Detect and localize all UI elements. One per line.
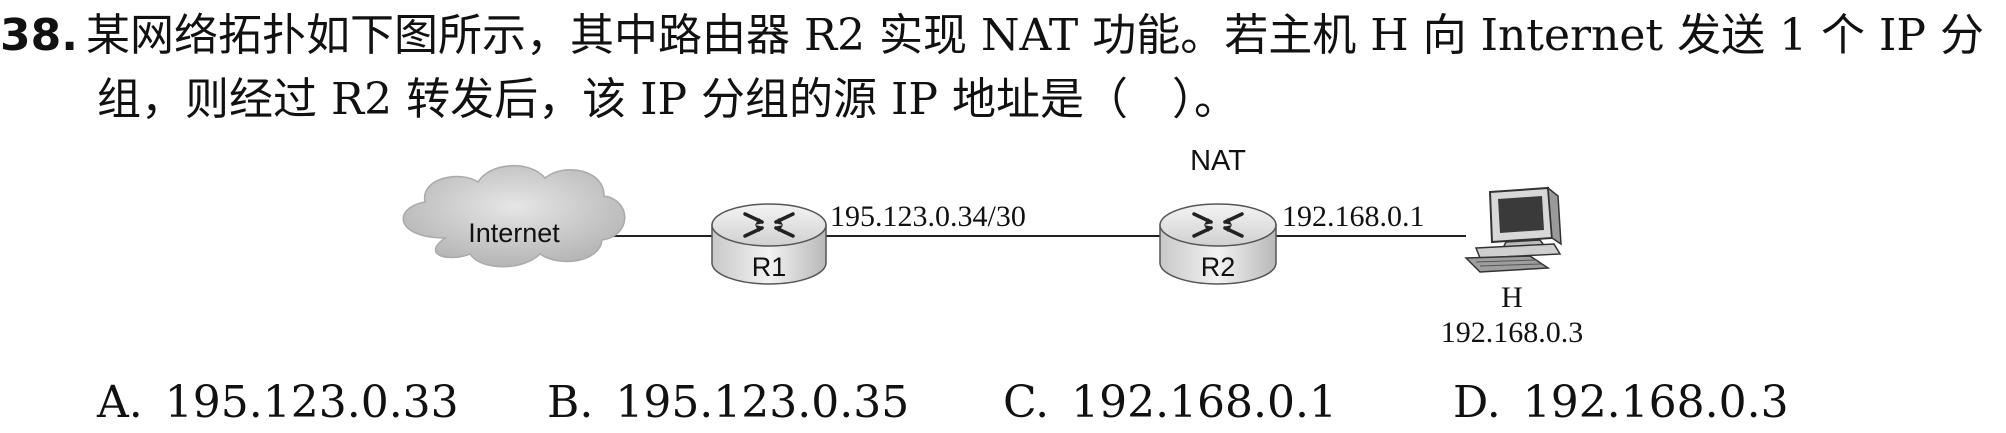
question-line-1: 38. 某网络拓扑如下图所示，其中路由器 R2 实现 NAT 功能。若主机 H 向…	[0, 8, 1984, 64]
network-topology-diagram: Internet R1 195.123.0.34/30 NAT R2 192.1…	[402, 145, 1584, 349]
question-line-2: 组，则经过 R2 转发后，该 IP 分组的源 IP 地址是（ ）。	[97, 74, 1239, 125]
option-c-letter: C.	[1003, 377, 1050, 428]
question-text-1: 某网络拓扑如下图所示，其中路由器 R2 实现 NAT 功能。若主机 H 向 In…	[85, 10, 1985, 61]
option-b[interactable]: B. 195.123.0.35	[547, 375, 909, 431]
option-a[interactable]: A. 195.123.0.33	[97, 375, 459, 431]
option-c[interactable]: C. 192.168.0.1	[1003, 375, 1337, 431]
router-r2-label: R2	[1201, 252, 1236, 282]
option-a-text: 195.123.0.33	[164, 377, 459, 428]
r2-link-ip-label: 192.168.0.1	[1282, 200, 1425, 233]
host-computer-icon	[1464, 186, 1562, 273]
router-r1-label: R1	[752, 252, 787, 282]
internet-cloud-icon	[402, 165, 626, 268]
option-d-letter: D.	[1453, 377, 1501, 428]
option-b-letter: B.	[547, 377, 594, 428]
option-d-text: 192.168.0.3	[1522, 377, 1789, 428]
option-a-letter: A.	[97, 377, 143, 428]
nat-label: NAT	[1190, 145, 1246, 177]
option-b-text: 195.123.0.35	[615, 377, 910, 428]
r1-link-ip-label: 195.123.0.34/30	[830, 200, 1026, 233]
question-number: 38.	[0, 10, 78, 61]
host-ip-label: 192.168.0.3	[1441, 316, 1584, 349]
option-c-text: 192.168.0.1	[1071, 377, 1338, 428]
internet-label: Internet	[468, 218, 560, 248]
answer-options: A. 195.123.0.33 B. 195.123.0.35 C. 192.168.…	[0, 375, 2006, 431]
option-d[interactable]: D. 192.168.0.3	[1453, 375, 1789, 431]
host-label: H	[1501, 281, 1523, 314]
